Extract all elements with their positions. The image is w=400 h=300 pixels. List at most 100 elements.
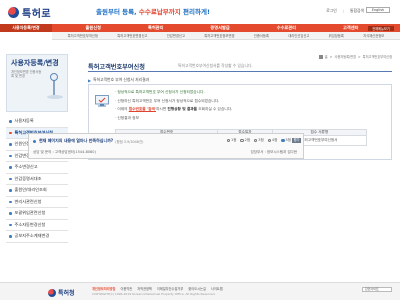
- gnb-items: 출원신청 특허관리 증명서발급 수수료관리 고객센터: [52, 25, 400, 31]
- sub-nav-item[interactable]: 인감변경신고: [167, 33, 185, 38]
- kipo-logo-icon: [48, 288, 56, 297]
- privacy-link[interactable]: 개인정보처리방침: [92, 286, 115, 291]
- left-nav-label: 사용자등록: [14, 118, 34, 124]
- slogan-pre: 출원부터 등록,: [96, 8, 139, 16]
- result-notice-text: 특허고객번호 부여 신청서 처리결과: [93, 77, 150, 82]
- left-nav-label: 출원인/대리인조회: [14, 187, 47, 193]
- guide-post: 조회하실 수 있습니다.: [197, 107, 233, 112]
- bullet-icon: [33, 139, 36, 143]
- gnb-item-customer-center[interactable]: 고객센터: [343, 25, 358, 31]
- left-nav-label: 포괄위임관련신청: [14, 210, 46, 216]
- slogan-highlight: 수수료납부까지: [138, 8, 181, 16]
- gnb-item-patent-manage[interactable]: 특허관리: [148, 25, 163, 31]
- left-nav-item[interactable]: 출원인/대리인조회: [6, 185, 68, 197]
- breadcrumb-item[interactable]: 홈: [325, 54, 328, 59]
- utility-links: 로그인 | 통합검색: [326, 8, 364, 14]
- rating-label: 3점: [258, 138, 264, 142]
- bullet-icon: [9, 200, 12, 203]
- guide-emphasis: 접수번호를 '검색': [128, 107, 156, 112]
- left-nav-item[interactable]: 변리사관련신청: [6, 197, 68, 208]
- sub-nav-item[interactable]: 특허고객번호변경신고: [117, 33, 147, 38]
- breadcrumb-item[interactable]: 특허고객번호부여신청: [363, 54, 392, 59]
- page-description: 특허고객번호부여신청서를 작성할 수 있습니다.: [178, 63, 253, 68]
- survey-options: 1점 2점 3점 4점 5점: [226, 138, 291, 143]
- site-logo[interactable]: 특허로: [8, 5, 52, 20]
- language-button[interactable]: English: [366, 7, 390, 13]
- all-menu-button[interactable]: 전체메뉴보기: [368, 25, 394, 31]
- sub-nav-item[interactable]: 지식재산권정보: [363, 33, 384, 38]
- search-link[interactable]: 통합검색: [350, 8, 364, 14]
- result-notice: ▶ 특허고객번호 부여 신청서 처리결과: [88, 77, 149, 83]
- breadcrumb: 홈 > 사용자등록/변경 > 특허고객번호부여신청: [318, 54, 392, 59]
- left-nav-title: 사용자등록/변경: [11, 59, 59, 67]
- sub-nav-item[interactable]: 인증서등록: [254, 33, 269, 38]
- radio-icon[interactable]: [240, 138, 244, 143]
- left-nav-item[interactable]: 인감증명서대조: [6, 174, 68, 185]
- family-site-select[interactable]: 관련사이트: [362, 287, 392, 292]
- rating-label: 2점: [244, 138, 251, 142]
- rating-label: 4점: [271, 138, 278, 142]
- left-nav-label: 주소변경신고: [14, 164, 38, 170]
- left-nav: 사용자등록/변경 개인정보변경 인증서등록 및 변경 사용자등록 특허고객번호부…: [6, 54, 68, 278]
- result-success-line: · 정상적으로 특허고객번호 부여 신청서가 신청되었습니다.: [115, 90, 205, 94]
- email-refusal-link[interactable]: 이메일무단수집거부: [157, 286, 183, 291]
- radio-icon[interactable]: [226, 138, 230, 143]
- bullet-icon: [9, 189, 12, 192]
- page-title: 특허고객번호부여신청: [88, 64, 145, 71]
- survey-owner: 담당부서 : 정보시스템과 김다현: [250, 150, 297, 154]
- bullet-icon: [9, 154, 12, 157]
- result-received-line: · 신청하신 특허고객번호 부여 신청서가 정상적으로 접수되었습니다.: [115, 98, 220, 103]
- left-nav-item[interactable]: 주소자동변경신청: [6, 220, 68, 231]
- survey-question-text: 현재 페이지의 내용에 얼마나 만족하십니까?: [39, 138, 114, 143]
- bullet-icon: [9, 212, 12, 215]
- arrow-right-icon: ▶: [88, 77, 92, 83]
- sitemap-link[interactable]: 사이트맵: [211, 286, 223, 291]
- left-nav-item[interactable]: 주소변경신고: [6, 162, 68, 174]
- footer-logo-text: 특허청: [58, 290, 75, 297]
- left-nav-item[interactable]: 포괄위임관련신청: [6, 208, 68, 220]
- satisfaction-survey: 현재 페이지의 내용에 얼마나 만족하십니까? (평점 3.9/3046건) 1…: [28, 133, 304, 159]
- lightbulb-icon: [47, 73, 63, 99]
- bullet-icon: [9, 131, 12, 134]
- bullet-icon: [9, 223, 12, 226]
- left-nav-item[interactable]: 공보지주소계재변경: [6, 231, 68, 243]
- header: 특허로 출원부터 등록, 수수료납부까지 편리하게! 로그인 | 통합검색 En…: [0, 0, 400, 24]
- breadcrumb-item[interactable]: 사용자등록/변경: [334, 54, 356, 59]
- sub-nav-item[interactable]: 특허고객번호부여신청: [68, 33, 98, 38]
- slogan: 출원부터 등록, 수수료납부까지 편리하게!: [96, 6, 210, 16]
- rating-option[interactable]: 4점: [267, 138, 278, 143]
- radio-icon[interactable]: [267, 138, 271, 143]
- radio-icon[interactable]: [281, 138, 285, 143]
- left-nav-item[interactable]: 사용자등록: [6, 116, 68, 128]
- rating-option[interactable]: 3점: [254, 138, 264, 143]
- survey-contact: 상담 및 문의 : 고객상담센터(1544-8080): [33, 150, 96, 154]
- guide-mid: 하시면: [156, 107, 168, 112]
- sub-nav-item[interactable]: 위임장등록: [329, 33, 344, 38]
- rating-option-selected[interactable]: 5점: [281, 138, 291, 143]
- left-nav-label: 공보지주소계재변경: [14, 233, 50, 239]
- radio-icon[interactable]: [254, 138, 258, 143]
- result-lines: · 정상적으로 특허고객번호 부여 신청서가 신청되었습니다. · 신청하신 특…: [115, 90, 385, 124]
- survey-submit-button[interactable]: 평가: [292, 137, 301, 143]
- title-divider: [88, 71, 392, 72]
- copyright-policy-link[interactable]: 저작권정책: [137, 286, 152, 291]
- terms-link[interactable]: 이용약관: [120, 286, 132, 291]
- login-link[interactable]: 로그인: [326, 8, 336, 14]
- left-nav-label: 주소자동변경신청: [14, 221, 46, 227]
- sub-nav-item[interactable]: 대리인선임신고: [288, 33, 309, 38]
- sub-nav-item[interactable]: 특허고객번호정보변경: [204, 33, 234, 38]
- gnb-current-section[interactable]: 사용자등록/변경: [0, 24, 52, 32]
- page: 특허로 출원부터 등록, 수수료납부까지 편리하게! 로그인 | 통합검색 En…: [0, 0, 400, 300]
- gnb-item-certificate[interactable]: 증명서발급: [210, 25, 229, 31]
- guide-emphasis-2: 진행상황 및 결과를: [167, 107, 198, 112]
- bullet-icon: [9, 166, 12, 169]
- bullet-icon: [9, 177, 12, 180]
- gnb-item-fee[interactable]: 수수료관리: [277, 25, 296, 31]
- gnb-item-apply[interactable]: 출원신청: [86, 25, 101, 31]
- logo-text: 특허로: [22, 8, 52, 20]
- rating-option[interactable]: 1점: [226, 138, 236, 143]
- breadcrumb-sep: >: [329, 54, 333, 59]
- home-icon[interactable]: [318, 54, 323, 59]
- directions-link[interactable]: 찾아오시는길: [188, 286, 206, 291]
- rating-option[interactable]: 2점: [240, 138, 250, 143]
